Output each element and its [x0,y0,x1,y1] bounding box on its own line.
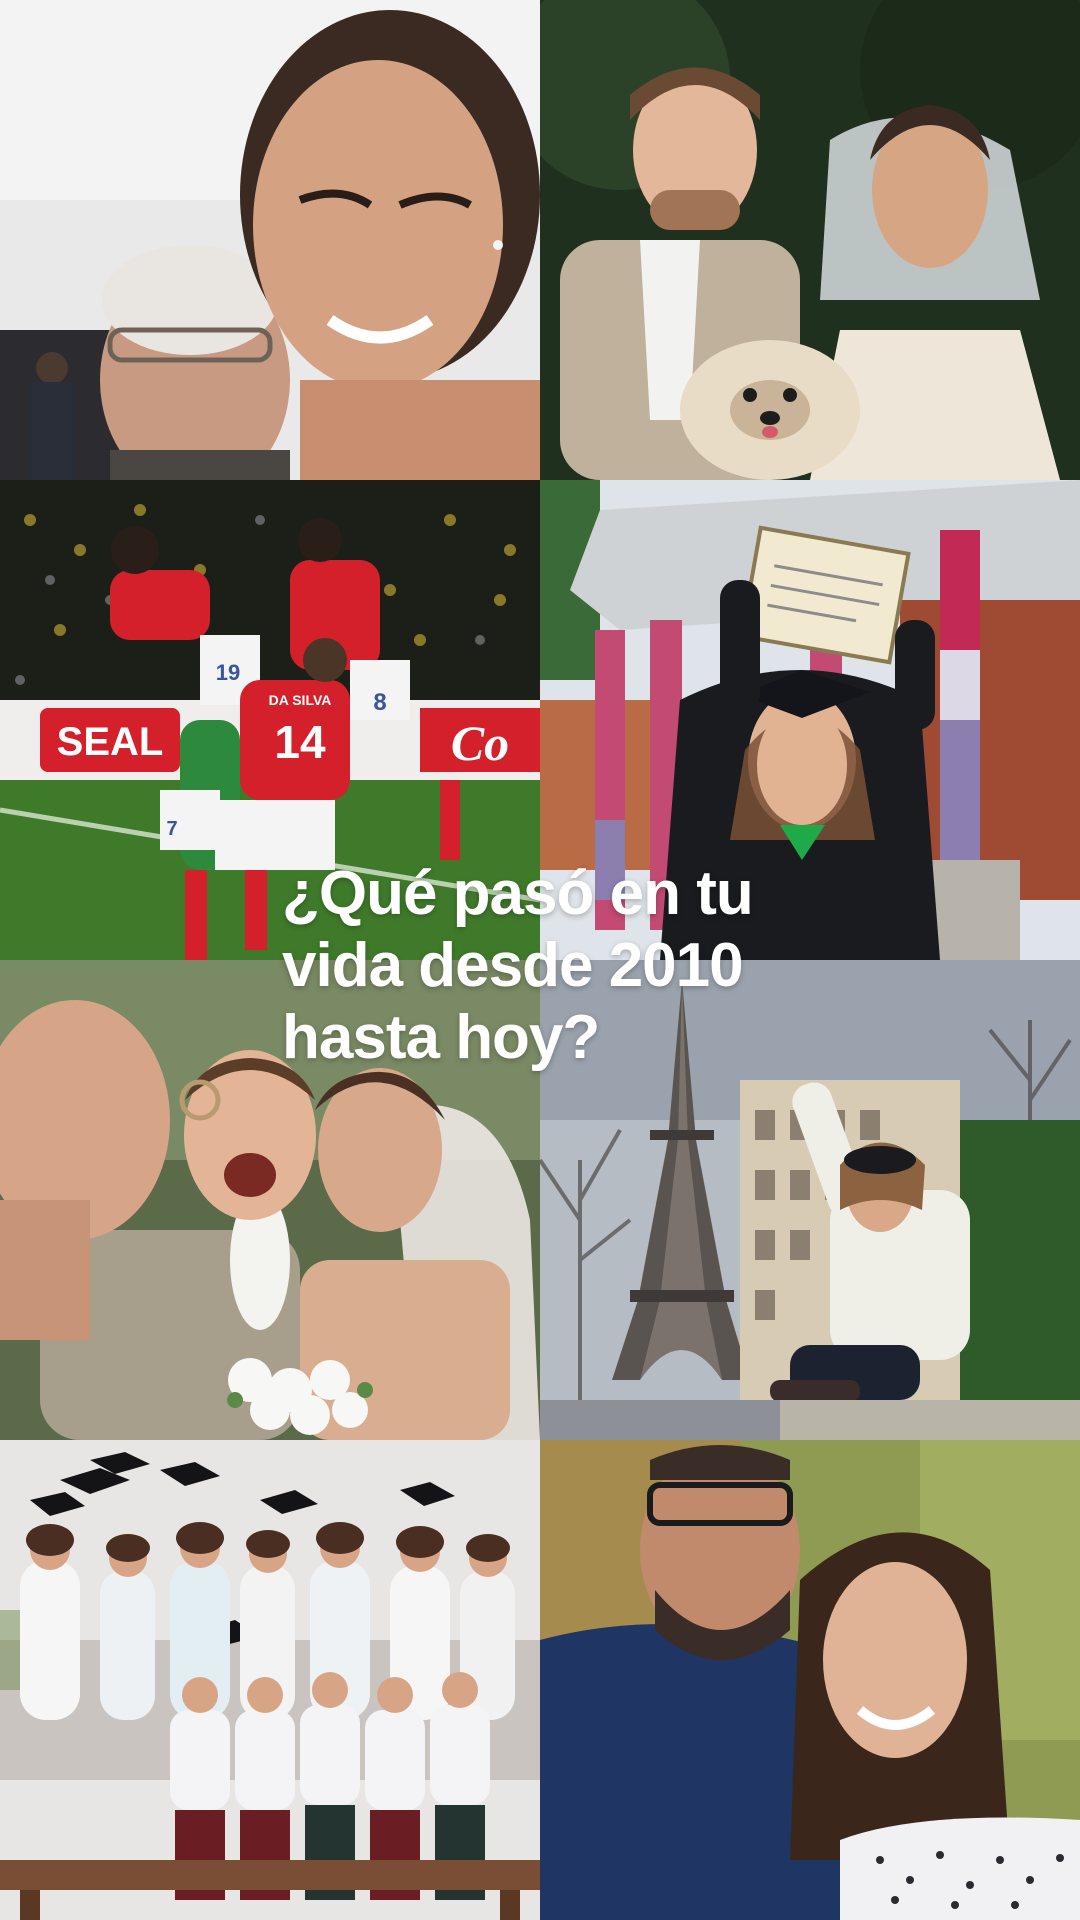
couple-dog-scene [540,0,1080,480]
jersey-number-main: 14 [274,716,326,768]
father-daughter-scene [540,1440,1080,1920]
photo-couple-with-dog [540,0,1080,480]
photo-selfie-with-grandfather [0,0,540,480]
photo-graduation-group [0,1440,540,1920]
photo-collage: SEAL Co 8 19 DA SILVA 14 7 ¿Qué pasó en … [0,0,1080,1920]
ad-board-right: Co [451,715,509,771]
jersey-name: DA SILVA [269,692,332,708]
jersey-number-small: 7 [166,818,177,840]
jersey-number-right: 8 [373,689,386,716]
selfie-scene [0,0,540,480]
graduation-group-scene [0,1440,540,1920]
ad-board-left: SEAL [57,720,164,764]
collage-caption: ¿Qué pasó en tu vida desde 2010 hasta ho… [282,859,754,1072]
photo-father-daughter [540,1440,1080,1920]
jersey-number-left: 19 [216,660,240,685]
